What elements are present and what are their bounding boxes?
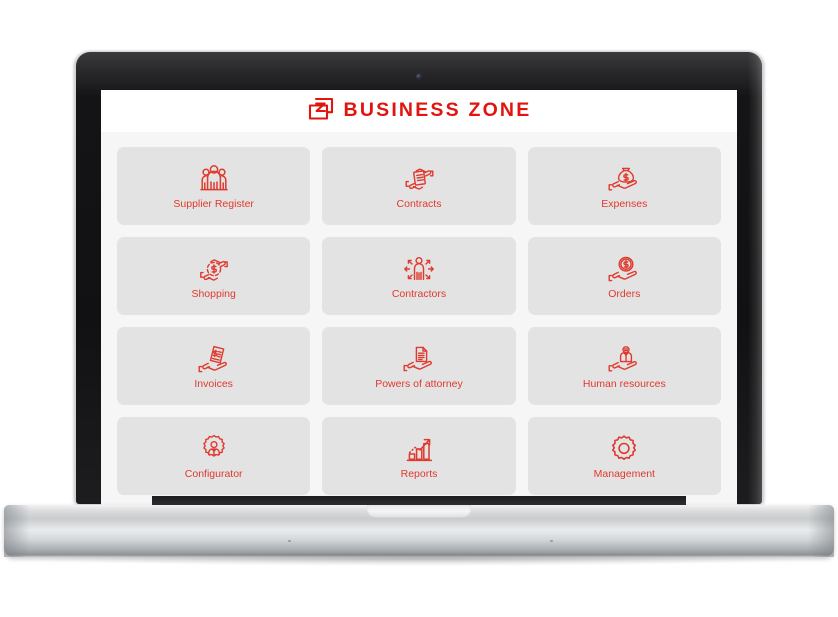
tile-configurator[interactable]: Configurator [117, 417, 311, 495]
gear-icon [607, 432, 641, 466]
tile-shopping[interactable]: Shopping [117, 237, 311, 315]
tile-label: Powers of attorney [375, 377, 463, 390]
tile-label: Human resources [582, 377, 666, 390]
webcam-icon [416, 74, 422, 79]
tile-label: Supplier Register [173, 197, 254, 210]
tile-label: Invoices [194, 377, 233, 390]
laptop-foot-left [288, 540, 291, 542]
tile-contracts[interactable]: Contracts [322, 147, 516, 225]
hand-holding-invoice-icon [195, 342, 233, 376]
laptop-front-notch [367, 505, 471, 519]
gear-with-person-icon [197, 432, 231, 466]
tile-management[interactable]: Management [527, 417, 721, 495]
laptop-drop-shadow [40, 552, 798, 566]
hands-exchanging-document-icon [401, 162, 437, 196]
tile-label: Contracts [396, 197, 442, 210]
hands-exchanging-money-icon [196, 252, 232, 286]
tile-label: Management [593, 467, 655, 480]
laptop-screen-lid: BUSINESS ZONE Supplier Register Contract… [76, 52, 762, 548]
business-zone-logo-icon [307, 96, 335, 127]
tile-label: Contractors [391, 287, 447, 300]
tile-label: Expenses [601, 197, 648, 210]
tile-orders[interactable]: Orders [527, 237, 721, 315]
laptop-device: BUSINESS ZONE Supplier Register Contract… [0, 0, 838, 617]
tile-invoices[interactable]: Invoices [117, 327, 311, 405]
screen-viewport: BUSINESS ZONE Supplier Register Contract… [101, 90, 737, 548]
tile-label: Orders [608, 287, 641, 300]
tile-expenses[interactable]: Expenses [527, 147, 721, 225]
tile-label: Reports [400, 467, 438, 480]
tile-label: Shopping [191, 287, 236, 300]
tile-label: Configurator [184, 467, 243, 480]
tile-contractors[interactable]: Contractors [322, 237, 516, 315]
hand-holding-dollar-coin-icon [605, 252, 643, 286]
person-with-arrows-icon [400, 252, 438, 286]
laptop-foot-right [550, 540, 553, 542]
bar-chart-growth-arrow-icon [401, 432, 437, 466]
tile-powers-of-attorney[interactable]: Powers of attorney [322, 327, 516, 405]
people-group-icon [196, 162, 232, 196]
tile-supplier-register[interactable]: Supplier Register [117, 147, 311, 225]
hand-holding-person-icon [605, 342, 643, 376]
hand-holding-money-bag-icon [605, 162, 643, 196]
module-grid: Supplier Register Contracts Expenses Sho… [101, 132, 737, 495]
tile-human-resources[interactable]: Human resources [527, 327, 721, 405]
tile-reports[interactable]: Reports [322, 417, 516, 495]
brand-name: BUSINESS ZONE [343, 99, 532, 122]
app-header: BUSINESS ZONE [101, 90, 737, 132]
hand-holding-document-icon [400, 342, 438, 376]
